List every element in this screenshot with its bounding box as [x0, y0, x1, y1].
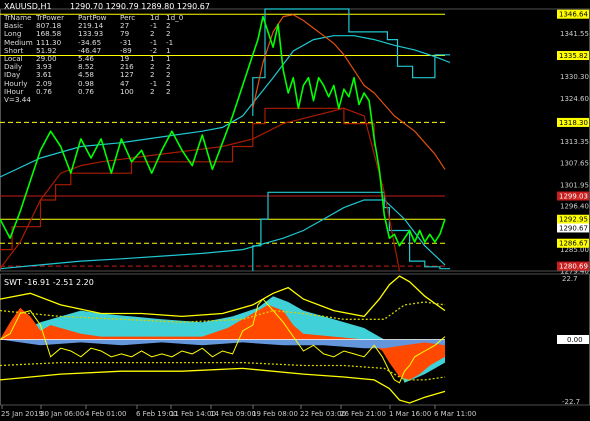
orange-curve-line [252, 14, 446, 170]
cyan-lower-line [0, 199, 446, 270]
ohlc-readout: 1290.70 1290.79 1289.80 1290.67 [70, 2, 210, 11]
y-tick-label: 1296.40 [560, 203, 589, 211]
price-label: 1290.67 [559, 224, 588, 232]
x-tick-label: 19 Feb 08:00 [252, 410, 298, 418]
price-label: 1292.95 [559, 216, 588, 224]
y-tick-label: 1324.60 [560, 95, 589, 103]
stats-cell: 2 [166, 86, 171, 96]
x-tick-label: 30 Jan 06:00 [40, 410, 84, 418]
price-label: 1299.03 [559, 193, 588, 201]
x-tick-label: 4 Feb 01:00 [85, 410, 126, 418]
stats-cell: 100 [120, 86, 134, 96]
cyan-envelope-line [0, 35, 451, 178]
y-tick-label: 1301.95 [560, 181, 589, 189]
price-line [0, 15, 446, 247]
price-label: 1335.82 [559, 52, 588, 60]
swt-y-tick-label: -22.7 [562, 398, 580, 406]
swt-y-tick-label: 22.7 [562, 275, 578, 283]
price-label: 1280.69 [559, 263, 588, 271]
y-tick-label: 1330.30 [560, 73, 589, 81]
time-axis: 25 Jan 201930 Jan 06:00 4 Feb 01:00 6 Feb … [1, 405, 476, 418]
y-tick-label: 1313.35 [560, 138, 589, 146]
y-tick-label: 1341.55 [560, 30, 589, 38]
x-tick-label: 14 Feb 09:00 [210, 410, 256, 418]
price-label: 1318.30 [559, 119, 588, 127]
swt-indicator-title: SWT -16.91 -2.51 2.20 [4, 278, 94, 287]
x-tick-label: 25 Jan 2019 [1, 410, 43, 418]
swt-zero-label: 0.00 [567, 336, 583, 344]
stats-cell: 2 [150, 86, 155, 96]
x-tick-label: 26 Feb 21:00 [340, 410, 386, 418]
yellow-lower [0, 367, 446, 404]
yellow-dotted-lower [0, 361, 446, 381]
stats-footer: V=3.44 [4, 95, 31, 104]
x-tick-label: 1 Mar 16:00 [389, 410, 431, 418]
swt-indicator-panel[interactable]: 22.7 0.00 -22.7 [0, 273, 590, 406]
stats-cell: 0.76 [78, 86, 95, 96]
symbol-label: XAUUSD,H1 [4, 2, 52, 11]
blue-fill-area [0, 339, 445, 349]
dark-red-curve-line [0, 107, 401, 272]
price-label: 1286.67 [559, 240, 588, 248]
stats-cell: 0.76 [36, 86, 53, 96]
price-label: 1346.64 [559, 11, 588, 19]
y-tick-label: 1307.65 [560, 160, 589, 168]
x-tick-label: 6 Mar 11:00 [434, 410, 476, 418]
